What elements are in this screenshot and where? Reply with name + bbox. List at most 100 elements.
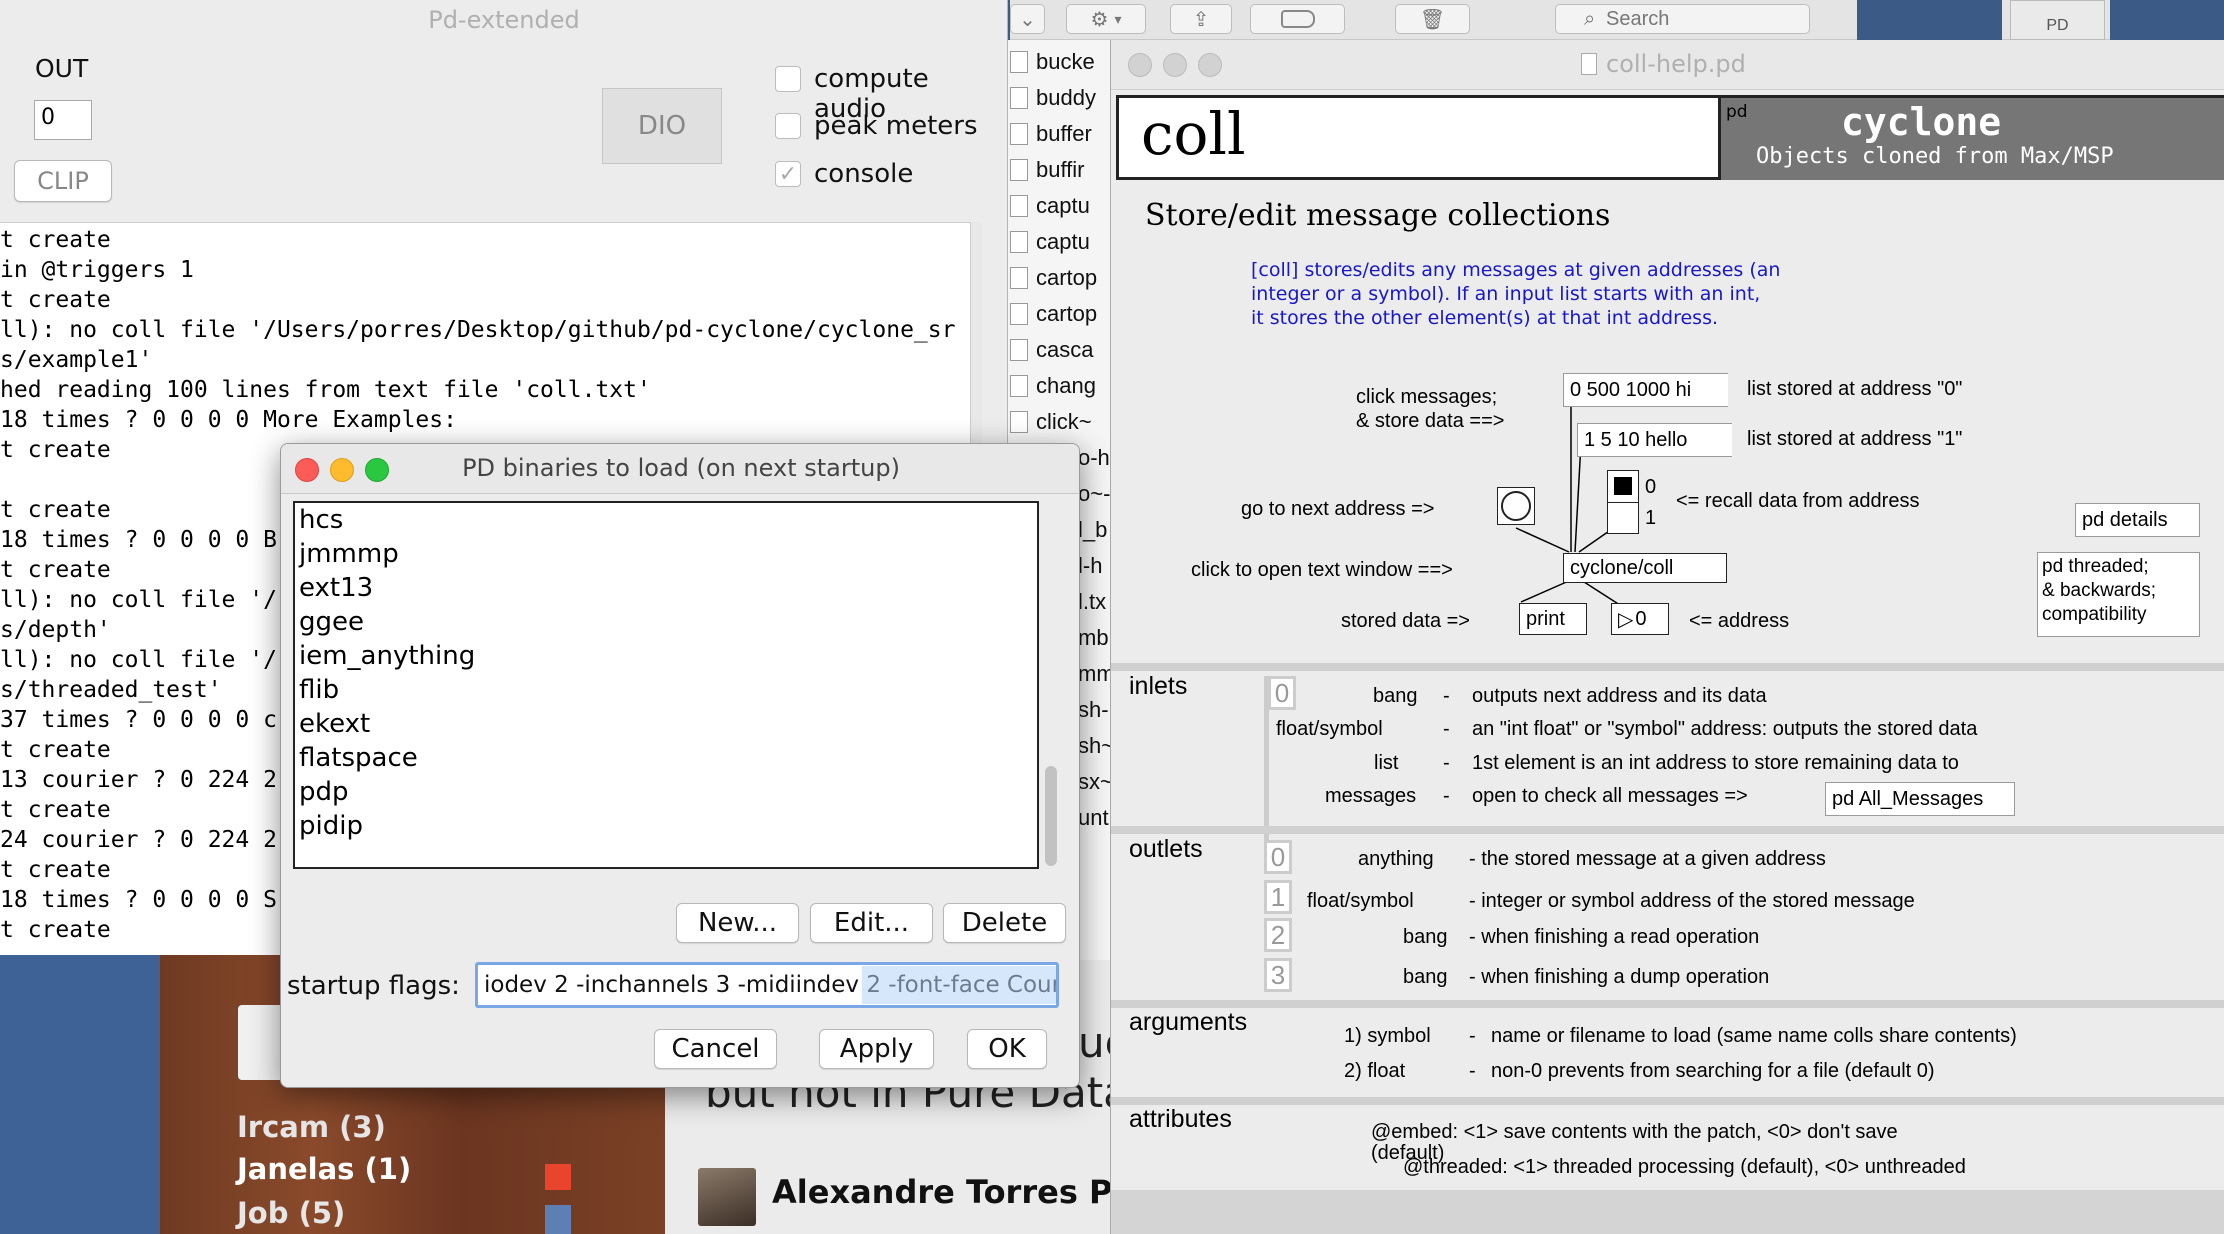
- console-line: t create: [0, 557, 111, 583]
- file-name: click~: [1036, 409, 1092, 434]
- coll-object-box[interactable]: cyclone/coll: [1563, 553, 1727, 583]
- print-object-box[interactable]: print: [1519, 603, 1587, 635]
- message-box-address-1[interactable]: 1 5 10 hello: [1577, 423, 1732, 457]
- new-button[interactable]: New...: [676, 903, 799, 943]
- msg1-note: list stored at address "1": [1747, 428, 1963, 450]
- bang-button[interactable]: [1497, 487, 1535, 525]
- inlet-desc-messages: open to check all messages =>: [1472, 785, 1748, 807]
- binary-list-item[interactable]: pidip: [299, 809, 363, 843]
- outlet-number: 0: [1264, 840, 1292, 874]
- binary-list-item[interactable]: ekext: [299, 707, 370, 741]
- console-line: t create: [0, 797, 111, 823]
- delete-button[interactable]: Delete: [943, 903, 1066, 943]
- desktop-list-item-ircam[interactable]: Ircam (3): [237, 1110, 386, 1144]
- inlet-number: 0: [1268, 676, 1296, 710]
- file-name: chang: [1036, 373, 1096, 398]
- finder-file-row[interactable]: captu: [1006, 188, 1121, 224]
- desktop-background: [0, 955, 160, 1234]
- open-window-label: click to open text window ==>: [1191, 559, 1453, 581]
- compute-audio-checkbox[interactable]: [775, 66, 801, 92]
- pd-main-title: Pd-extended: [428, 6, 580, 34]
- tag-button[interactable]: [1250, 4, 1345, 34]
- finder-file-row[interactable]: buddy: [1006, 80, 1121, 116]
- file-name: cartop: [1036, 301, 1098, 326]
- finder-file-row[interactable]: casca: [1006, 332, 1121, 368]
- apply-button[interactable]: Apply: [819, 1029, 934, 1069]
- inlets-title: inlets: [1129, 672, 1188, 700]
- console-line: ll): no coll file '/Users/porres/Desktop…: [0, 317, 956, 343]
- file-icon: [1010, 159, 1028, 181]
- binaries-list-scrollbar[interactable]: [1045, 766, 1057, 866]
- checkmark-icon: ✓: [778, 161, 798, 186]
- file-icon: [1010, 195, 1028, 217]
- attribute-threaded: @threaded: <1> threaded processing (defa…: [1403, 1156, 1966, 1178]
- edit-button[interactable]: Edit...: [810, 903, 933, 943]
- finder-file-row[interactable]: bucke: [1006, 44, 1121, 80]
- argument-type: 1) symbol: [1344, 1025, 1431, 1047]
- author-name[interactable]: Alexandre Torres Porr: [772, 1173, 1166, 1211]
- ok-button[interactable]: OK: [967, 1029, 1047, 1069]
- out-level-field[interactable]: 0: [34, 100, 92, 140]
- peak-meters-checkbox[interactable]: [775, 113, 801, 139]
- console-checkbox[interactable]: ✓: [775, 161, 801, 187]
- binaries-dialog-title: PD binaries to load (on next startup): [462, 454, 900, 482]
- outlet-desc: - when finishing a read operation: [1469, 926, 1760, 948]
- go-next-label: go to next address =>: [1241, 498, 1435, 520]
- console-line: ll): no coll file '/: [0, 587, 277, 613]
- outlet-number: 1: [1264, 880, 1292, 914]
- outlet-type: bang: [1403, 966, 1448, 988]
- binary-list-item[interactable]: flatspace: [299, 741, 418, 775]
- finder-file-row[interactable]: cartop: [1006, 260, 1121, 296]
- file-name: sx~: [1078, 769, 1113, 794]
- binary-list-item[interactable]: flib: [299, 673, 339, 707]
- console-line: ll): no coll file '/: [0, 647, 277, 673]
- desktop-list-item-job[interactable]: Job (5): [237, 1196, 345, 1230]
- binary-list-item[interactable]: ext13: [299, 571, 373, 605]
- console-line: s/threaded_test': [0, 677, 222, 703]
- finder-file-row[interactable]: cartop: [1006, 296, 1121, 332]
- tag-icon: [1280, 10, 1315, 28]
- file-name: l.tx: [1078, 589, 1107, 614]
- msg0-note: list stored at address "0": [1747, 378, 1963, 400]
- pd-details-subpatch[interactable]: pd details: [2075, 503, 2200, 537]
- trash-button[interactable]: 🗑: [1395, 4, 1470, 34]
- arguments-title: arguments: [1129, 1008, 1248, 1036]
- cancel-button[interactable]: Cancel: [654, 1029, 777, 1069]
- finder-file-row[interactable]: click~: [1006, 404, 1121, 440]
- binary-list-item[interactable]: pdp: [299, 775, 349, 809]
- inlet-desc-float-symbol: an "int float" or "symbol" address: outp…: [1472, 718, 1978, 740]
- finder-file-row[interactable]: captu: [1006, 224, 1121, 260]
- address-number-box[interactable]: ▷ 0: [1611, 603, 1669, 635]
- binary-list-item[interactable]: iem_anything: [299, 639, 475, 673]
- console-line: t create: [0, 857, 111, 883]
- clip-button[interactable]: CLIP: [14, 160, 112, 202]
- desktop-list-item-janelas[interactable]: Janelas (1): [237, 1152, 411, 1186]
- share-button[interactable]: ⇪: [1170, 4, 1232, 34]
- finder-file-row[interactable]: buffer: [1006, 116, 1121, 152]
- file-icon: [1010, 267, 1028, 289]
- file-icon: [1010, 231, 1028, 253]
- outlet-number: 3: [1264, 958, 1292, 992]
- file-name: buffir: [1036, 157, 1085, 182]
- binary-list-item[interactable]: ggee: [299, 605, 364, 639]
- file-name: buffer: [1036, 121, 1092, 146]
- out-label: OUT: [35, 54, 89, 83]
- action-gear-button[interactable]: ⚙ ▾: [1066, 4, 1146, 34]
- pd-document-icon[interactable]: PD: [2010, 0, 2105, 40]
- binary-list-item[interactable]: hcs: [299, 503, 343, 537]
- outlet-desc: - when finishing a dump operation: [1469, 966, 1770, 988]
- binaries-list[interactable]: hcs jmmmp ext13 ggee iem_anything flib ekext fl…: [293, 501, 1039, 869]
- wire: [1574, 442, 1582, 553]
- vradio[interactable]: [1607, 470, 1639, 534]
- finder-file-row[interactable]: buffir: [1006, 152, 1121, 188]
- message-box-address-0[interactable]: 0 500 1000 hi: [1563, 373, 1728, 407]
- search-field[interactable]: ⌕ Search: [1555, 4, 1810, 34]
- view-options-button[interactable]: ⌄: [1010, 4, 1045, 34]
- all-messages-subpatch[interactable]: pd All_Messages: [1825, 782, 2015, 816]
- console-line: t create: [0, 227, 111, 253]
- gear-icon: ⚙: [1090, 8, 1109, 31]
- finder-file-row[interactable]: chang: [1006, 368, 1121, 404]
- pd-threaded-subpatch[interactable]: pd threaded; & backwards; compatibility: [2037, 552, 2200, 637]
- dio-button[interactable]: DIO: [602, 88, 722, 164]
- binary-list-item[interactable]: jmmmp: [299, 537, 399, 571]
